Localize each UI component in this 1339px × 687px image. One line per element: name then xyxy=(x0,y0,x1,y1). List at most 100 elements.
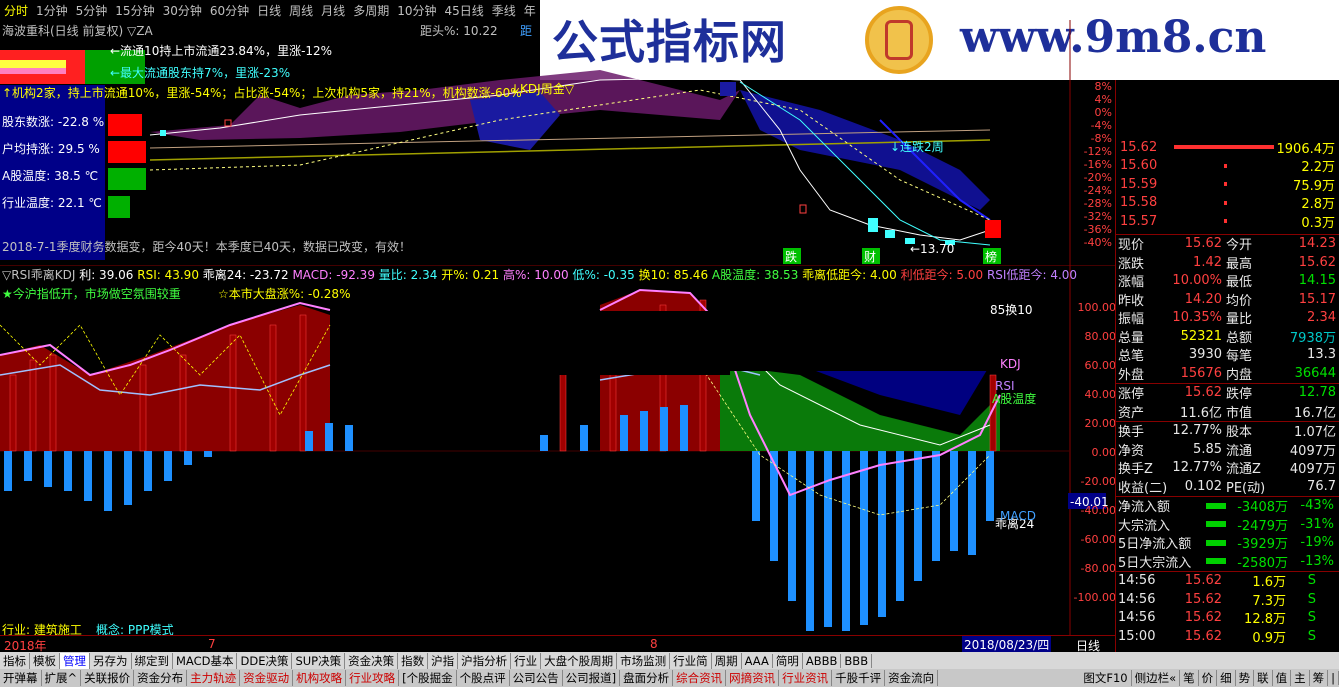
period-tab[interactable]: 60分钟 xyxy=(206,2,253,19)
quote-row: 昨收 14.20 均价 15.17 xyxy=(1116,290,1339,309)
order-row: 15.57 0.3万 xyxy=(1116,212,1339,231)
indicator-tab[interactable]: 周期 xyxy=(712,652,742,669)
indicator-tab[interactable]: 大盘个股周期 xyxy=(541,652,618,669)
indicator-tab[interactable]: 指标 xyxy=(0,652,30,669)
indicator-tab[interactable]: BBB xyxy=(841,653,873,668)
period-tab[interactable]: 15分钟 xyxy=(111,2,158,19)
report-note: 2018-7-1季度财务数据变，距今40天！本季度已40天，数据已改变，有效！ xyxy=(2,240,412,254)
indicator-tab[interactable]: 行业简 xyxy=(670,652,712,669)
period-tab[interactable]: 45日线 xyxy=(440,2,487,19)
info-tab[interactable]: 关联报价 xyxy=(81,670,135,686)
indicator-tab[interactable]: 指数 xyxy=(398,652,429,669)
quote-value: 15.17 xyxy=(1298,291,1336,307)
side-tab[interactable]: 主 xyxy=(1291,670,1310,686)
quote-value: 4097万 xyxy=(1289,443,1336,459)
flow-bar xyxy=(1206,521,1226,528)
side-tab[interactable]: 笔 xyxy=(1180,670,1199,686)
period-tab[interactable]: 30分钟 xyxy=(159,2,206,19)
quote-label: 涨停 xyxy=(1118,387,1145,403)
period-tab[interactable]: 5分钟 xyxy=(72,2,112,19)
side-tab[interactable]: 图文F10 xyxy=(1080,670,1132,686)
info-tab[interactable]: 盘面分析 xyxy=(620,670,674,686)
y-tick-label: -32% xyxy=(1083,210,1112,223)
info-tab[interactable]: [个股掘金 xyxy=(399,670,457,686)
indicator-tab[interactable]: SUP决策 xyxy=(292,652,346,669)
y-tick-label: -28% xyxy=(1083,197,1112,210)
y-tick-label: 20.00 xyxy=(1084,417,1117,430)
indicator-tab[interactable]: AAA xyxy=(742,653,773,668)
quote-value: 12.77% xyxy=(1172,460,1222,476)
info-tab[interactable]: 机构攻略 xyxy=(293,670,347,686)
flow-bar xyxy=(1206,558,1226,565)
main-chart-title: 海波重科(日线 前复权) ▽ZA xyxy=(2,24,153,38)
info-tab[interactable]: 综合资讯 xyxy=(673,670,727,686)
indicator-tab[interactable]: 资金决策 xyxy=(345,652,399,669)
side-tab[interactable]: 侧边栏« xyxy=(1132,670,1181,686)
indicator-tab[interactable]: 市场监测 xyxy=(617,652,671,669)
period-tab[interactable]: 季线 xyxy=(488,2,520,19)
period-tab[interactable]: 周线 xyxy=(285,2,317,19)
quote-label: 最高 xyxy=(1226,256,1253,272)
info-tab[interactable]: 资金流向 xyxy=(885,670,939,686)
indicator-tab[interactable]: MACD基本 xyxy=(173,652,238,669)
indicator-tab[interactable]: 模板 xyxy=(30,652,60,669)
quote-label: PE(动) xyxy=(1226,480,1266,496)
tick-price: 15.62 xyxy=(1184,591,1222,607)
info-tab[interactable]: 开弹幕 xyxy=(0,670,42,686)
side-tab[interactable]: 价 xyxy=(1199,670,1218,686)
side-tab[interactable]: | xyxy=(1328,671,1339,685)
indicator-tab[interactable]: 沪指分析 xyxy=(458,652,512,669)
tick-volume: 1.6万 xyxy=(1252,575,1286,591)
indicator-tab[interactable]: 简明 xyxy=(773,652,803,669)
flow-note-1: ←流通10持上市流通23.84%，里涨-12% xyxy=(110,44,333,58)
main-chart-pane[interactable]: 海波重科(日线 前复权) ▽ZA 距头%: 10.22 距 ←流通10持上市流通… xyxy=(0,20,1115,265)
info-tab[interactable]: 行业资讯 xyxy=(779,670,833,686)
limit-table: 涨停 15.62 跌停 12.78 资产 11.6亿 市值 16.7亿 xyxy=(1116,384,1339,421)
period-tab[interactable]: 10分钟 xyxy=(393,2,440,19)
info-tab[interactable]: 资金分布 xyxy=(134,670,188,686)
quote-row: 换手 12.77% 股本 1.07亿 xyxy=(1116,422,1339,440)
info-tab[interactable]: 主力轨迹 xyxy=(187,670,241,686)
period-tab[interactable]: 月线 xyxy=(317,2,349,19)
order-price: 15.58 xyxy=(1120,195,1158,211)
marker-die: 跌 xyxy=(785,250,798,264)
side-tab[interactable]: 细 xyxy=(1217,670,1236,686)
indicator-tab[interactable]: 行业 xyxy=(511,652,542,669)
y-tick-label: 40.00 xyxy=(1084,388,1117,401)
indicator-tab[interactable]: 另存为 xyxy=(90,652,132,669)
period-tab[interactable]: 多周期 xyxy=(349,2,393,19)
indicator-tab[interactable]: 管理 xyxy=(60,652,90,669)
period-tab[interactable]: 1分钟 xyxy=(32,2,72,19)
indicator-tab[interactable]: DDE决策 xyxy=(237,652,293,669)
flow-row: 大宗流入 -2479万 -31% xyxy=(1116,515,1339,534)
indicator-tab[interactable]: ABBB xyxy=(803,653,842,668)
indicator-pane[interactable]: ▽RSI乖离KDJ 利: 39.06 RSI: 43.90 乖离24: -23.… xyxy=(0,264,1117,637)
order-volume: 0.3万 xyxy=(1301,215,1335,231)
period-tab[interactable]: 分时 xyxy=(0,2,32,19)
info-tab[interactable]: 网摘资讯 xyxy=(726,670,780,686)
indicator-tab[interactable]: 绑定到 xyxy=(132,652,173,669)
side-tab[interactable]: 筹 xyxy=(1310,670,1329,686)
side-tab[interactable]: 势 xyxy=(1236,670,1255,686)
y-tick-label: -40% xyxy=(1083,236,1112,249)
info-tab[interactable]: 扩展^ xyxy=(42,670,82,686)
quote-value: 0.102 xyxy=(1184,478,1222,494)
info-tab[interactable]: 行业攻略 xyxy=(346,670,400,686)
quote-value: 15.62 xyxy=(1298,254,1336,270)
y-tick-label: -8% xyxy=(1090,132,1112,145)
side-tab[interactable]: 联 xyxy=(1254,670,1273,686)
period-tab[interactable]: 年 xyxy=(520,2,540,19)
info-tab[interactable]: 个股点评 xyxy=(457,670,510,686)
quote-row: 总量 52321 总额 7938万 xyxy=(1116,327,1339,346)
quote-label: 总量 xyxy=(1118,330,1145,346)
info-tab[interactable]: 公司公告 xyxy=(510,670,563,686)
info-tab[interactable]: 公司报道] xyxy=(563,670,621,686)
info-tab[interactable]: 资金驱动 xyxy=(240,670,294,686)
flow-value: -2580万 xyxy=(1237,555,1288,571)
side-tab[interactable]: 值 xyxy=(1273,670,1292,686)
indicator-tab[interactable]: 沪指 xyxy=(428,652,459,669)
quote-value: 4097万 xyxy=(1289,462,1336,478)
period-tab[interactable]: 日线 xyxy=(253,2,285,19)
tick-side: S xyxy=(1307,573,1316,589)
info-tab[interactable]: 千股千评 xyxy=(832,670,886,686)
